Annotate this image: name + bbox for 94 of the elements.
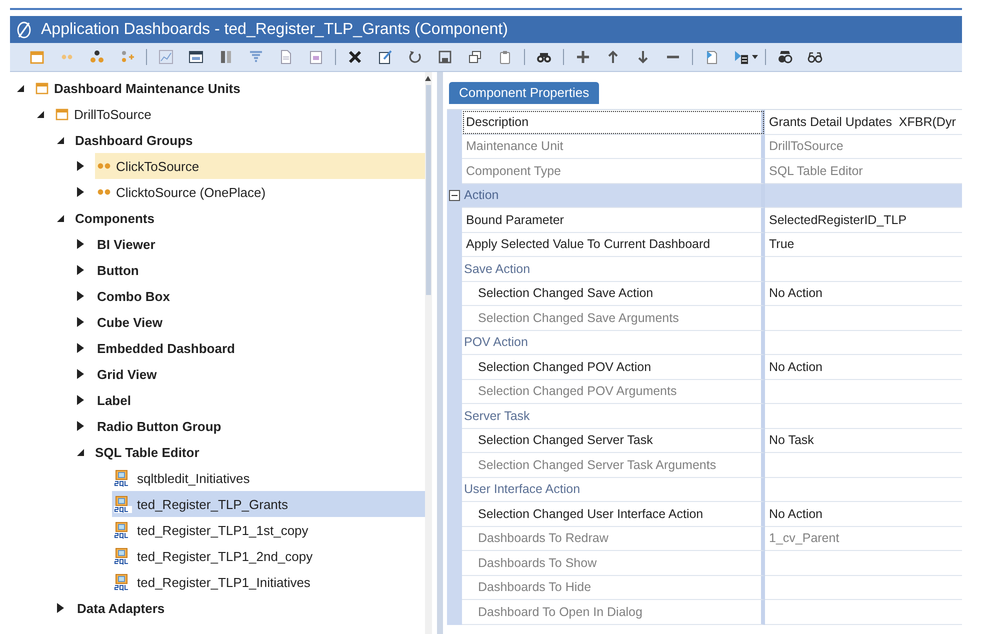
dots-plus-icon[interactable] [119,49,135,65]
collapse-icon[interactable] [449,190,460,202]
tree-item[interactable]: ClicktoSource (OnePlace) [95,179,425,205]
window-icon[interactable] [188,49,204,65]
property-label[interactable]: Dashboards To Hide [462,576,765,600]
tree-item[interactable]: Label [95,387,425,413]
property-label[interactable]: Selection Changed Save Action [462,282,765,306]
expand-icon[interactable] [77,395,84,405]
tree-item[interactable]: Dashboard Maintenance Units [33,75,425,101]
tree-item[interactable]: Dashboard Groups [73,127,425,153]
category-label[interactable]: User Interface Action [462,478,765,502]
category-label[interactable]: Action [462,184,765,208]
document-icon[interactable] [278,49,294,65]
value-cell[interactable]: No Action [765,502,962,526]
columns-icon[interactable] [218,49,234,65]
tree-item[interactable]: ted_Register_TLP1_Initiatives [112,569,425,595]
refresh-icon[interactable] [407,49,423,65]
property-label[interactable]: Dashboard To Open In Dialog [462,600,765,624]
windows-icon[interactable] [467,49,483,65]
value-cell[interactable]: No Action [765,355,962,380]
category-label[interactable]: Save Action [462,257,765,282]
property-label[interactable]: Selection Changed POV Action [462,355,765,380]
expand-icon[interactable] [77,291,84,301]
tree-item[interactable]: Grid View [95,361,425,387]
row-header-cell [447,600,462,624]
scroll-thumb[interactable] [426,85,431,295]
tree-item[interactable]: ted_Register_TLP_Grants [112,491,425,517]
property-label[interactable]: Selection Changed Server Task Arguments [462,453,765,478]
sql-table-icon [114,496,132,512]
calendar-icon [55,107,69,121]
dots-icon [97,162,111,170]
expand-icon[interactable] [77,317,84,327]
expand-icon[interactable] [77,369,84,379]
category-label[interactable]: Server Task [462,404,765,428]
value-cell[interactable]: No Task [765,428,962,453]
property-label[interactable]: Apply Selected Value To Current Dashboard [462,232,765,257]
collapse-icon[interactable] [17,84,24,92]
tree-item[interactable]: Radio Button Group [95,413,425,439]
tree-item[interactable]: ted_Register_TLP1_2nd_copy [112,543,425,569]
component-properties-tab[interactable]: Component Properties [449,82,600,104]
property-label[interactable]: Selection Changed POV Arguments [462,380,765,404]
property-label[interactable]: Maintenance Unit [462,134,765,159]
value-cell[interactable]: 1_cv_Parent [765,526,962,551]
expand-icon[interactable] [57,603,64,613]
tree-item[interactable]: Cube View [95,309,425,335]
image-document-icon[interactable] [308,49,324,65]
save-icon[interactable] [437,49,453,65]
property-label[interactable]: Bound Parameter [462,208,765,232]
calendar-icon [35,81,49,95]
collapse-icon[interactable] [57,136,64,144]
scrollbar[interactable] [425,72,432,634]
property-label[interactable]: Selection Changed Save Arguments [462,306,765,330]
clipboard-icon[interactable] [497,49,513,65]
tree-item[interactable]: Components [73,205,425,231]
edit-icon[interactable] [377,49,393,65]
tree-item[interactable]: Combo Box [95,283,425,309]
value-cell[interactable]: Grants Detail Updates XFBR(Dyr [765,110,962,134]
category-label[interactable]: POV Action [462,330,765,355]
collapse-icon[interactable] [37,110,44,118]
collapse-icon[interactable] [57,214,64,222]
value-cell[interactable]: DrillToSource [765,134,962,159]
binoculars-export-icon[interactable] [777,49,793,65]
tree-item[interactable]: SQL Table Editor [93,439,425,465]
value-cell[interactable]: True [765,232,962,257]
expand-icon[interactable] [77,187,84,197]
expand-icon[interactable] [77,265,84,275]
plus-icon[interactable] [575,49,591,65]
delete-icon[interactable] [347,49,363,65]
tree-item[interactable]: Data Adapters [75,595,425,621]
value-cell[interactable]: No Action [765,282,962,306]
property-label[interactable]: Selection Changed User Interface Action [462,502,765,526]
value-cell[interactable] [765,184,962,208]
expand-icon[interactable] [77,421,84,431]
tree-item[interactable]: Button [95,257,425,283]
tree-item[interactable]: DrillToSource [53,101,425,127]
tree-item[interactable]: ted_Register_TLP1_1st_copy [112,517,425,543]
logo-icon [15,20,33,38]
dots-icon [97,188,111,196]
tree-item[interactable]: ClickToSource [95,153,425,179]
window-title: Application Dashboards - ted_Register_TLP_Grants (Component) [41,20,508,38]
tree-item[interactable]: Embedded Dashboard [95,335,425,361]
expand-icon[interactable] [77,239,84,249]
three-dots-icon[interactable] [89,49,105,65]
flag-document-icon[interactable] [734,49,750,65]
collapse-icon[interactable] [77,448,84,456]
property-label[interactable]: Dashboards To Show [462,551,765,576]
expand-icon[interactable] [77,161,84,171]
tree-item[interactable]: sqltbledit_Initiatives [112,465,425,491]
property-label[interactable]: Selection Changed Server Task [462,428,765,453]
value-cell[interactable]: SelectedRegisterID_TLP [765,208,962,232]
tree-item[interactable]: BI Viewer [95,231,425,257]
property-label[interactable]: Dashboards To Redraw [462,526,765,551]
property-label[interactable]: Description [462,110,765,134]
expand-icon[interactable] [77,343,84,353]
